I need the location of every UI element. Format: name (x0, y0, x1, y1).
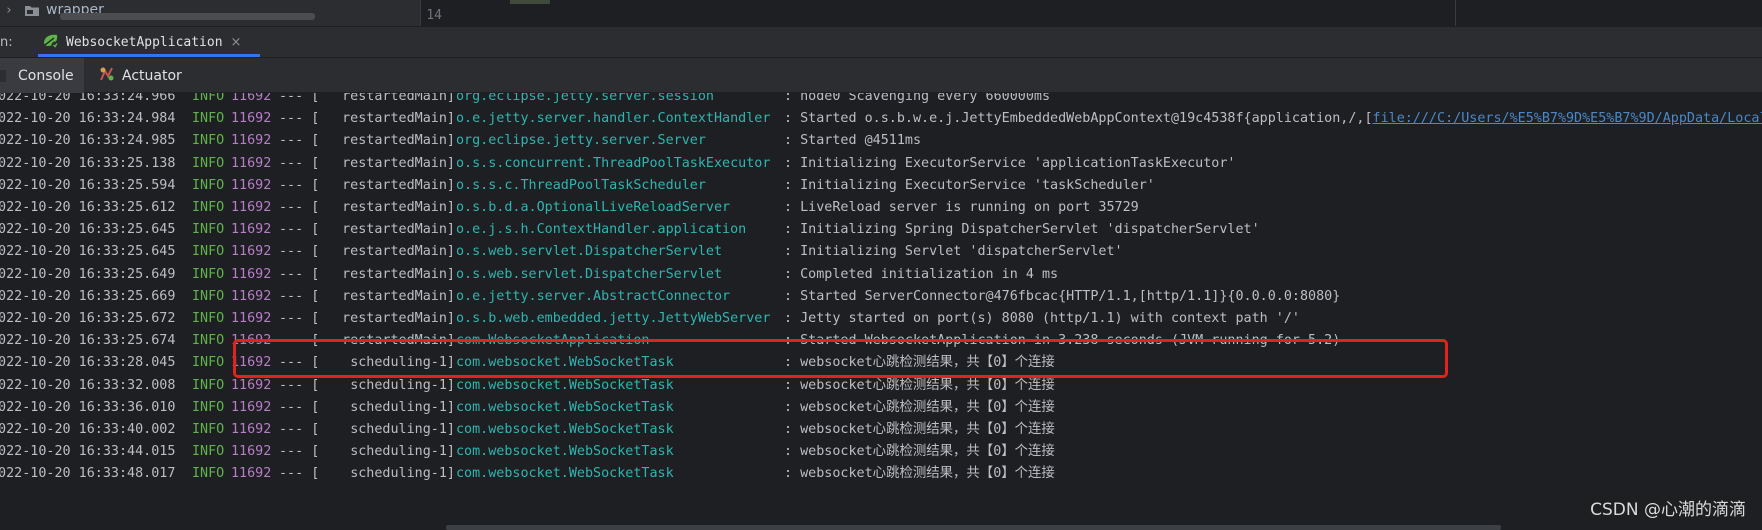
log-message: : websocket心跳检测结果，共【0】个连接 (784, 466, 1055, 482)
log-message-text: : Started o.s.b.w.e.j.JettyEmbeddedWebAp… (784, 111, 1373, 127)
log-level: INFO (192, 466, 225, 482)
log-logger: com.websocket.WebSocketTask (456, 466, 674, 482)
folder-icon (24, 4, 40, 17)
log-row[interactable]: 2022-10-20 16:33:48.017 INFO 11692 --- [sch… (0, 461, 1762, 486)
tab-actuator-label: Actuator (122, 68, 182, 84)
spring-boot-icon (42, 33, 60, 53)
log-pid: 11692 (231, 466, 272, 482)
actuator-icon (98, 65, 116, 87)
editor-right-pane (1455, 0, 1762, 26)
console-output[interactable]: 2022-10-20 16:33:24.966 INFO 11692 --- [res… (0, 93, 1762, 530)
tab-console[interactable]: Console (0, 58, 84, 94)
close-icon[interactable]: × (231, 35, 242, 50)
line-number: 14 (426, 8, 442, 23)
console-horizontal-scrollbar[interactable] (446, 525, 1501, 530)
run-tool-window-header: n: WebsocketApplication × (0, 26, 1762, 57)
console-subtabs: Console Actuator (0, 57, 1762, 94)
top-strip: › wrapper 14 (0, 0, 1762, 26)
tab-console-label: Console (18, 68, 74, 84)
run-tab-label: WebsocketApplication (66, 35, 223, 50)
log-thread: scheduling-1] (350, 466, 455, 482)
editor-area[interactable] (488, 0, 1455, 26)
log-timestamp: 2022-10-20 16:33:48.017 (0, 466, 176, 482)
run-panel-prefix: n: (0, 35, 13, 50)
watermark: CSDN @心潮的滴滴 (1588, 495, 1748, 520)
console-icon (0, 69, 16, 83)
editor-fold-marker (510, 0, 550, 4)
tab-actuator[interactable]: Actuator (98, 58, 182, 94)
tree-scrollbar[interactable] (60, 13, 315, 20)
file-link[interactable]: file:///C:/Users/%E5%B7%9D%E5%B7%9D/AppD… (1373, 111, 1762, 126)
chevron-right-icon[interactable]: › (0, 3, 18, 18)
